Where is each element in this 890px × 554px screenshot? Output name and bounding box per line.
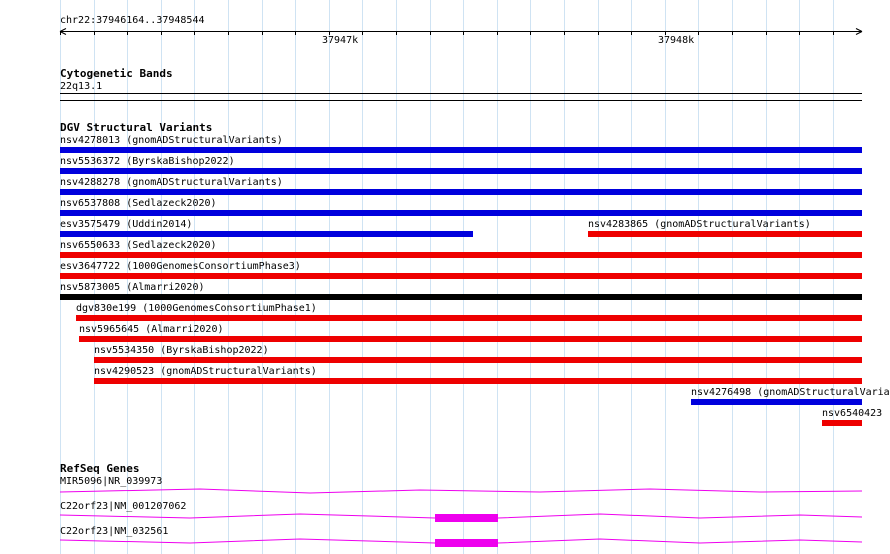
gene-exon[interactable] (435, 514, 498, 522)
variant-bar[interactable] (60, 189, 862, 195)
ruler-tick-label: 37948k (658, 35, 695, 46)
variant-bar[interactable] (60, 252, 862, 258)
variant-label[interactable]: nsv4278013 (gnomADStructuralVariants) (60, 135, 283, 146)
gene-label[interactable]: C22orf23|NM_032561 (60, 526, 168, 537)
variant-label[interactable]: nsv4283865 (gnomADStructuralVariants) (588, 219, 811, 230)
variant-bar[interactable] (822, 420, 862, 426)
variant-bar[interactable] (60, 168, 862, 174)
variant-bar[interactable] (60, 294, 862, 300)
variant-label[interactable]: nsv6550633 (Sedlazeck2020) (60, 240, 217, 251)
variant-bar[interactable] (76, 315, 862, 321)
gene-label[interactable]: C22orf23|NM_001207062 (60, 501, 186, 512)
gene-label[interactable]: MIR5096|NR_039973 (60, 476, 162, 487)
variant-label[interactable]: esv3647722 (1000GenomesConsortiumPhase3) (60, 261, 301, 272)
dgv-track-title[interactable]: DGV Structural Variants (60, 122, 212, 134)
variant-bar[interactable] (79, 336, 862, 342)
variant-bar[interactable] (60, 147, 862, 153)
gene-exon[interactable] (435, 539, 498, 547)
cytoband-bar-top (60, 93, 862, 94)
variant-label[interactable]: nsv5965645 (Almarri2020) (79, 324, 224, 335)
gene-intron-line (59, 488, 863, 494)
variant-label[interactable]: nsv4288278 (gnomADStructuralVariants) (60, 177, 283, 188)
ruler-location-label: chr22:37946164..37948544 (60, 15, 205, 26)
variant-bar[interactable] (691, 399, 862, 405)
cytoband-track-title[interactable]: Cytogenetic Bands (60, 68, 173, 80)
variant-label[interactable]: nsv6540423 ( (822, 408, 890, 419)
variant-label[interactable]: nsv4276498 (gnomADStructuralVariants) (691, 387, 890, 398)
ruler-tick-label: 37947k (322, 35, 359, 46)
variant-label[interactable]: nsv6537808 (Sedlazeck2020) (60, 198, 217, 209)
variant-label[interactable]: nsv4290523 (gnomADStructuralVariants) (94, 366, 317, 377)
variant-label[interactable]: esv3575479 (Uddin2014) (60, 219, 192, 230)
refseq-track-title[interactable]: RefSeq Genes (60, 463, 139, 475)
variant-label[interactable]: nsv5536372 (ByrskaBishop2022) (60, 156, 235, 167)
variant-bar[interactable] (60, 273, 862, 279)
variant-label[interactable]: nsv5534350 (ByrskaBishop2022) (94, 345, 269, 356)
variant-bar[interactable] (588, 231, 862, 237)
variant-bar[interactable] (60, 210, 862, 216)
cytoband-label: 22q13.1 (60, 81, 103, 92)
variant-bar[interactable] (94, 378, 862, 384)
variant-bar[interactable] (94, 357, 862, 363)
variant-label[interactable]: nsv5873005 (Almarri2020) (60, 282, 205, 293)
variant-bar[interactable] (60, 231, 473, 237)
cytoband-bar-bottom (60, 100, 862, 101)
variant-label[interactable]: dgv830e199 (1000GenomesConsortiumPhase1) (76, 303, 317, 314)
